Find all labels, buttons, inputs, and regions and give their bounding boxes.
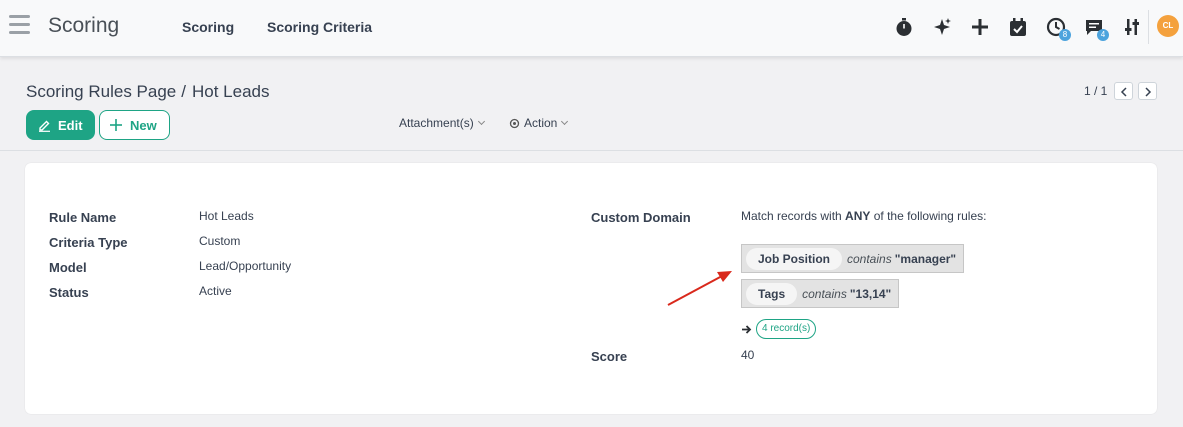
gear-icon — [509, 118, 520, 128]
criteria-type-value: Custom — [199, 234, 241, 248]
breadcrumb-current: Hot Leads — [192, 82, 270, 101]
criteria-type-label: Criteria Type — [49, 235, 128, 250]
pager-next-button[interactable] — [1138, 82, 1157, 100]
arrow-right-icon — [742, 324, 752, 334]
domain-desc-keyword: ANY — [845, 209, 871, 223]
activity-count-badge: 8 — [1059, 29, 1071, 41]
menu-toggle-icon[interactable] — [9, 15, 30, 35]
calendar-check-icon[interactable] — [1007, 16, 1029, 38]
sparkle-icon[interactable] — [931, 16, 953, 38]
app-title[interactable]: Scoring — [48, 14, 119, 38]
domain-desc-suffix: of the following rules: — [873, 209, 987, 223]
user-avatar[interactable]: CL — [1157, 15, 1179, 37]
pager-value: 1 / 1 — [1084, 84, 1108, 98]
attachments-dropdown[interactable]: Attachment(s) — [399, 116, 485, 130]
score-label: Score — [591, 349, 628, 364]
pager-previous-button[interactable] — [1114, 82, 1133, 100]
status-label: Status — [49, 285, 89, 300]
clock-icon[interactable]: 8 — [1045, 16, 1071, 41]
rule-name-value: Hot Leads — [199, 209, 254, 223]
domain-rule: Job Position contains "manager" — [741, 244, 964, 273]
model-value: Lead/Opportunity — [199, 259, 292, 273]
new-button[interactable]: New — [99, 110, 170, 140]
chevron-down-icon — [561, 117, 569, 126]
form-sheet: Rule Name Hot Leads Criteria Type Custom… — [25, 163, 1157, 414]
breadcrumb-separator: / — [181, 82, 186, 101]
menu-item-scoring-criteria[interactable]: Scoring Criteria — [267, 19, 372, 35]
new-button-label: New — [130, 117, 157, 133]
edit-button-label: Edit — [58, 117, 83, 133]
chevron-left-icon — [1120, 87, 1127, 97]
message-count-badge: 4 — [1097, 29, 1109, 41]
custom-domain-label: Custom Domain — [591, 210, 691, 225]
rule-operator: contains — [802, 286, 847, 301]
control-panel-divider — [0, 150, 1183, 151]
action-label: Action — [524, 116, 558, 130]
rule-field: Job Position — [746, 247, 842, 270]
action-dropdown[interactable]: Action — [508, 116, 569, 130]
rule-value: "manager" — [894, 251, 957, 266]
rule-field: Tags — [746, 282, 798, 305]
domain-rule: Tags contains "13,14" — [741, 279, 899, 308]
breadcrumb: Scoring Rules Page / Hot Leads — [26, 82, 270, 102]
model-label: Model — [49, 260, 87, 275]
plus-icon — [110, 119, 122, 131]
chat-icon[interactable]: 4 — [1083, 16, 1109, 41]
attachments-label: Attachment(s) — [399, 116, 474, 130]
edit-button[interactable]: Edit — [26, 110, 95, 140]
domain-description: Match records with ANY of the following … — [741, 209, 986, 223]
breadcrumb-parent[interactable]: Scoring Rules Page — [26, 82, 176, 101]
pencil-icon — [39, 120, 50, 132]
records-count-link[interactable]: 4 record(s) — [756, 319, 817, 339]
rule-operator: contains — [847, 251, 892, 266]
stopwatch-icon[interactable] — [893, 16, 915, 38]
systray-divider — [1148, 10, 1149, 44]
top-navbar: Scoring Scoring Scoring Criteria 8 4 CL — [0, 0, 1183, 57]
records-row: 4 record(s) — [741, 319, 817, 339]
score-value: 40 — [741, 348, 755, 362]
status-value: Active — [199, 284, 232, 298]
chevron-right-icon — [1145, 87, 1152, 97]
chevron-down-icon — [477, 117, 485, 126]
menu-item-scoring[interactable]: Scoring — [182, 19, 234, 35]
rule-value: "13,14" — [849, 286, 892, 301]
rule-name-label: Rule Name — [49, 210, 117, 225]
domain-desc-prefix: Match records with — [741, 209, 842, 223]
plus-icon[interactable] — [969, 16, 991, 38]
sliders-icon[interactable] — [1121, 16, 1143, 38]
